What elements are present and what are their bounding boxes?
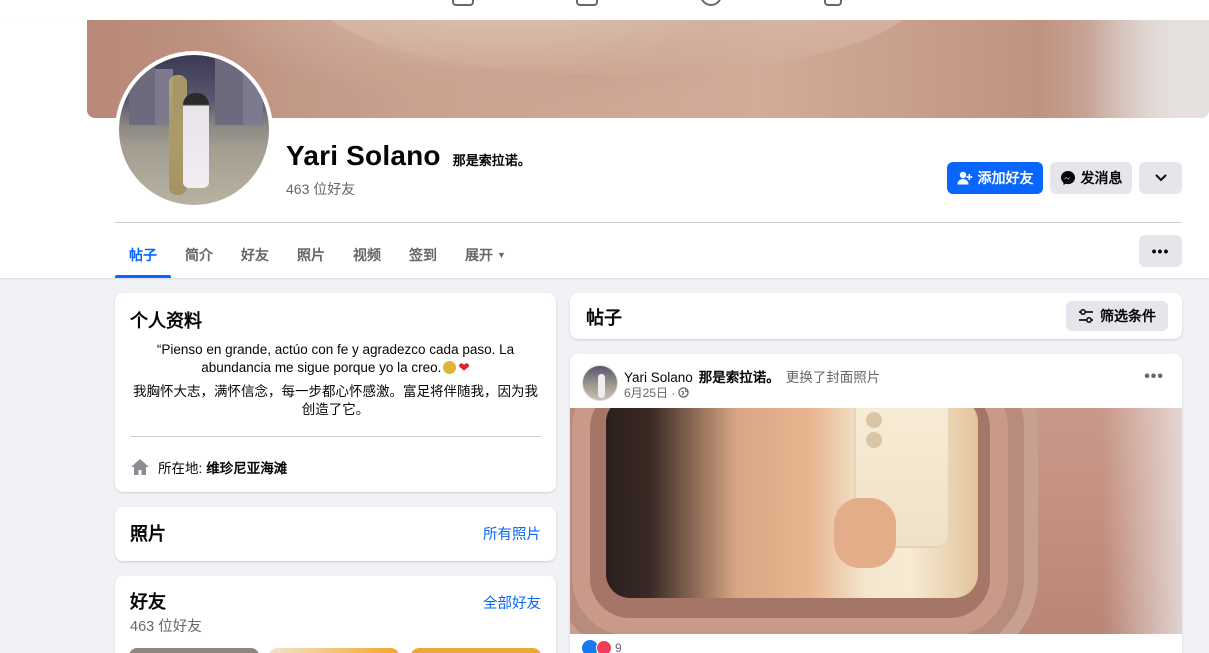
reaction-count: 9 bbox=[615, 641, 622, 653]
post-image[interactable] bbox=[570, 408, 1182, 634]
post-header: Yari Solano 那是索拉诺。 更换了封面照片 bbox=[624, 366, 880, 386]
all-friends-link[interactable]: 全部好友 bbox=[483, 592, 541, 613]
photos-title: 照片 bbox=[130, 524, 166, 544]
intro-divider bbox=[130, 436, 541, 437]
ellipsis-icon: ••• bbox=[1144, 368, 1164, 385]
post-author-avatar[interactable] bbox=[582, 365, 618, 401]
tab-photos[interactable]: 照片 bbox=[283, 231, 339, 278]
filter-sliders-icon bbox=[1079, 309, 1093, 323]
top-navigation-bar bbox=[0, 0, 1209, 20]
intro-card: 个人资料 “Pienso en grande, actúo con fe y a… bbox=[115, 293, 556, 492]
heart-emoji-icon: ❤ bbox=[458, 360, 470, 375]
posts-header-card: 帖子 筛选条件 bbox=[570, 293, 1182, 339]
messenger-icon bbox=[1060, 171, 1075, 185]
tab-more[interactable]: 展开 ▼ bbox=[451, 231, 520, 278]
intro-title: 个人资料 bbox=[130, 311, 202, 331]
tab-posts[interactable]: 帖子 bbox=[115, 231, 171, 278]
love-reaction-icon bbox=[596, 640, 612, 653]
friends-count: 463 位好友 bbox=[130, 619, 202, 635]
gaming-icon[interactable] bbox=[824, 0, 842, 6]
globe-icon bbox=[678, 387, 690, 398]
friend-thumbnail[interactable] bbox=[411, 648, 541, 653]
post-author-alt-name: 那是索拉诺。 bbox=[698, 370, 780, 385]
tab-videos[interactable]: 视频 bbox=[339, 231, 395, 278]
profile-tabs: 帖子 简介 好友 照片 视频 签到 展开 ▼ bbox=[115, 231, 520, 278]
photos-card: 照片 所有照片 bbox=[115, 507, 556, 561]
tab-checkins[interactable]: 签到 bbox=[395, 231, 451, 278]
profile-header: Yari Solano 那是索拉诺。 463 位好友 添加好友 发消息 帖子 简介… bbox=[0, 20, 1209, 278]
home-icon[interactable] bbox=[452, 0, 474, 6]
location-value[interactable]: 维珍尼亚海滩 bbox=[206, 457, 287, 477]
post-reactions[interactable]: 9 bbox=[582, 640, 622, 653]
location-label: 所在地: bbox=[158, 461, 203, 476]
filter-button[interactable]: 筛选条件 bbox=[1066, 301, 1168, 331]
post-action-text: 更换了封面照片 bbox=[785, 370, 881, 385]
message-label: 发消息 bbox=[1080, 170, 1123, 186]
friends-card: 好友 全部好友 463 位好友 bbox=[115, 576, 556, 653]
add-friend-button[interactable]: 添加好友 bbox=[947, 162, 1043, 194]
message-button[interactable]: 发消息 bbox=[1050, 162, 1132, 194]
post-author-name[interactable]: Yari Solano bbox=[624, 370, 693, 385]
post-timestamp: 6月25日 · bbox=[624, 384, 690, 401]
home-location-icon bbox=[131, 459, 149, 475]
friends-title: 好友 bbox=[130, 592, 166, 612]
groups-icon[interactable] bbox=[700, 0, 722, 6]
filter-label: 筛选条件 bbox=[1100, 308, 1156, 324]
friend-thumbnail[interactable] bbox=[129, 648, 259, 653]
location-row: 所在地: 维珍尼亚海滩 bbox=[130, 457, 287, 477]
post-options-button[interactable]: ••• bbox=[1144, 368, 1164, 386]
profile-picture[interactable] bbox=[115, 51, 273, 209]
all-photos-link[interactable]: 所有照片 bbox=[483, 523, 541, 544]
tab-friends[interactable]: 好友 bbox=[227, 231, 283, 278]
header-divider bbox=[115, 222, 1182, 223]
posts-title: 帖子 bbox=[586, 308, 622, 328]
profile-more-dropdown[interactable] bbox=[1139, 162, 1182, 194]
profile-alt-name: 那是索拉诺。 bbox=[452, 153, 531, 168]
post-date-text[interactable]: 6月25日 · bbox=[624, 384, 675, 401]
chevron-down-icon bbox=[1155, 174, 1166, 182]
post-card: Yari Solano 那是索拉诺。 更换了封面照片 6月25日 · ••• 9 bbox=[570, 354, 1182, 653]
friend-count-link[interactable]: 463 位好友 bbox=[286, 179, 355, 199]
bio-text-zh: 我胸怀大志，满怀信念，每一步都心怀感激。富足将伴随我，因为我创造了它。 bbox=[133, 384, 538, 417]
caret-down-icon: ▼ bbox=[497, 249, 506, 260]
ellipsis-icon: ••• bbox=[1151, 243, 1170, 259]
tab-about[interactable]: 简介 bbox=[171, 231, 227, 278]
profile-name: Yari Solano bbox=[286, 140, 441, 171]
video-icon[interactable] bbox=[576, 0, 598, 6]
add-friend-icon bbox=[957, 171, 972, 185]
bio-text-es: “Pienso en grande, actúo con fe y agrade… bbox=[156, 342, 515, 375]
friend-thumbnail[interactable] bbox=[269, 648, 399, 653]
money-bag-emoji-icon bbox=[443, 361, 457, 374]
more-options-button[interactable]: ••• bbox=[1139, 235, 1182, 267]
add-friend-label: 添加好友 bbox=[977, 170, 1034, 186]
